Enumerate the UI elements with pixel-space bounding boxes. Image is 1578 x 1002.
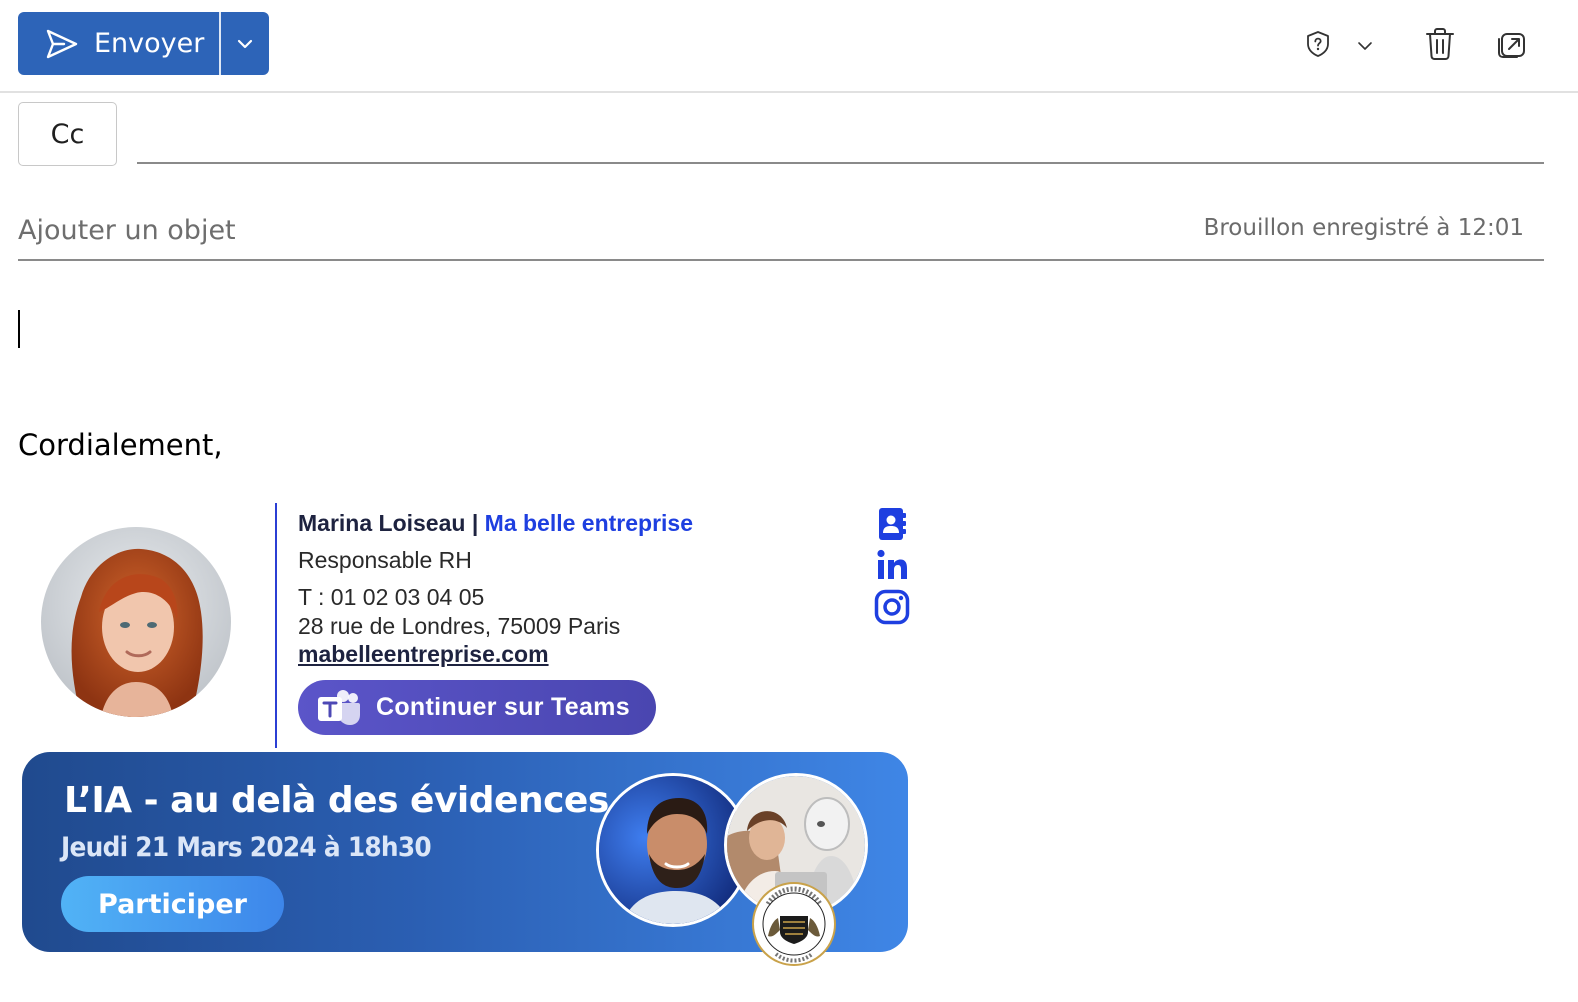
signature-name: Marina Loiseau <box>298 510 466 536</box>
signature-role: Responsable RH <box>298 547 472 573</box>
message-closing: Cordialement, <box>18 428 223 462</box>
cc-button[interactable]: Cc <box>18 102 117 166</box>
send-button-label: Envoyer <box>94 28 205 59</box>
trash-icon <box>1426 28 1454 60</box>
signature-separator: | <box>465 510 485 536</box>
signature-photo <box>41 527 231 717</box>
send-icon <box>46 29 78 58</box>
banner-title: L’IA - au delà des évidences <box>64 780 609 821</box>
send-divider <box>219 12 221 75</box>
signature-company: Ma belle entreprise <box>484 510 694 536</box>
shield-question-icon <box>1307 31 1329 57</box>
sensitivity-dropdown[interactable] <box>1352 34 1378 58</box>
cc-field[interactable] <box>137 104 1544 164</box>
instagram-link[interactable] <box>873 588 911 626</box>
signature-website-link[interactable]: mabelleentreprise.com <box>298 641 549 668</box>
linkedin-icon <box>877 549 907 579</box>
chevron-down-icon <box>237 39 253 48</box>
contact-card-link[interactable] <box>873 505 911 543</box>
signature-phone: T : 01 02 03 04 05 <box>298 584 485 610</box>
signature-name-line: Marina Loiseau | Ma belle entreprise <box>298 510 693 537</box>
draft-status: Brouillon enregistré à 12:01 <box>1203 215 1524 241</box>
discard-button[interactable] <box>1420 24 1460 64</box>
instagram-icon <box>874 589 910 625</box>
signature-divider <box>275 503 277 748</box>
linkedin-link[interactable] <box>873 546 911 584</box>
teams-icon <box>318 689 360 725</box>
pop-out-button[interactable] <box>1492 24 1532 64</box>
signature-address: 28 rue de Londres, 75009 Paris <box>298 613 621 639</box>
toolbar-divider <box>0 91 1578 93</box>
contact-book-icon <box>879 508 906 540</box>
club-seal-logo <box>752 882 836 966</box>
subject-field[interactable] <box>18 202 1228 258</box>
banner-date: Jeudi 21 Mars 2024 à 18h30 <box>61 832 432 863</box>
sensitivity-button[interactable] <box>1300 26 1336 62</box>
teams-button-label: Continuer sur Teams <box>376 693 630 721</box>
send-button[interactable]: Envoyer <box>18 12 219 75</box>
send-options-dropdown[interactable] <box>221 12 269 75</box>
participate-button[interactable]: Participer <box>61 876 284 932</box>
teams-button[interactable]: Continuer sur Teams <box>298 680 656 735</box>
text-cursor <box>18 310 20 348</box>
subject-underline <box>18 259 1544 261</box>
pop-out-icon <box>1498 33 1525 58</box>
chevron-down-icon <box>1358 42 1372 50</box>
send-button-group: Envoyer <box>18 12 269 75</box>
